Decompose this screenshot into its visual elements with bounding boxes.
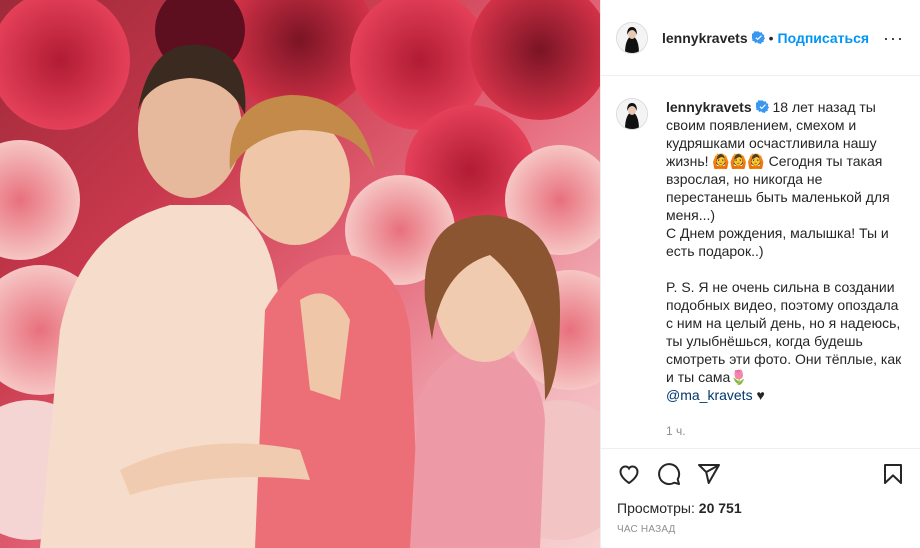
more-options-button[interactable]: ···: [883, 29, 904, 47]
post-header: lennykravets • Подписаться ···: [601, 0, 920, 76]
caption-text: lennykravets 18 лет назад ты своим появл…: [666, 98, 904, 440]
avatar[interactable]: [616, 21, 648, 54]
mention-link[interactable]: @ma_kravets: [666, 387, 753, 403]
bookmark-icon: [884, 463, 902, 484]
comment-button[interactable]: [657, 462, 681, 486]
separator-dot: •: [768, 29, 774, 46]
caption-time[interactable]: 1 ч.: [666, 422, 904, 440]
post-photo[interactable]: [0, 0, 600, 548]
caption-para1: 18 лет назад ты своим появлением, смехом…: [666, 99, 890, 223]
views-number: 20 751: [698, 500, 742, 516]
views-label: Просмотры:: [617, 500, 695, 516]
header-username[interactable]: lennykravets: [662, 30, 748, 46]
save-button[interactable]: [881, 462, 905, 486]
caption-paragraph-2: С Днем рождения, малышка! Ты и есть пода…: [666, 225, 889, 259]
avatar-image-icon: [617, 22, 647, 53]
heart-icon: [619, 464, 639, 484]
views-count[interactable]: Просмотры: 20 751: [617, 500, 742, 516]
caption-avatar[interactable]: [616, 98, 648, 130]
avatar-image-icon: [617, 99, 647, 129]
comment-icon: [658, 462, 681, 485]
family-photo-image: [0, 0, 600, 548]
comments-area: lennykravets 18 лет назад ты своим появл…: [601, 76, 920, 448]
post-sidebar: lennykravets • Подписаться ··· lennykrav…: [600, 0, 920, 548]
send-icon: [698, 463, 720, 484]
caption-paragraph-1: lennykravets 18 лет назад ты своим появл…: [666, 98, 904, 224]
caption-row: lennykravets 18 лет назад ты своим появл…: [616, 98, 904, 440]
heart-emoji: ♥: [756, 387, 765, 403]
caption-mention-line: @ma_kravets ♥: [666, 386, 904, 404]
follow-button[interactable]: Подписаться: [778, 30, 870, 46]
verified-badge-icon: [751, 31, 765, 44]
caption-paragraph-3: P. S. Я не очень сильна в создании подоб…: [666, 279, 902, 385]
action-bar: [601, 448, 920, 498]
caption-username[interactable]: lennykravets: [666, 99, 752, 115]
verified-badge-icon: [755, 100, 769, 113]
posted-time[interactable]: час назад: [617, 524, 676, 535]
share-button[interactable]: [697, 462, 721, 486]
like-button[interactable]: [617, 462, 641, 486]
